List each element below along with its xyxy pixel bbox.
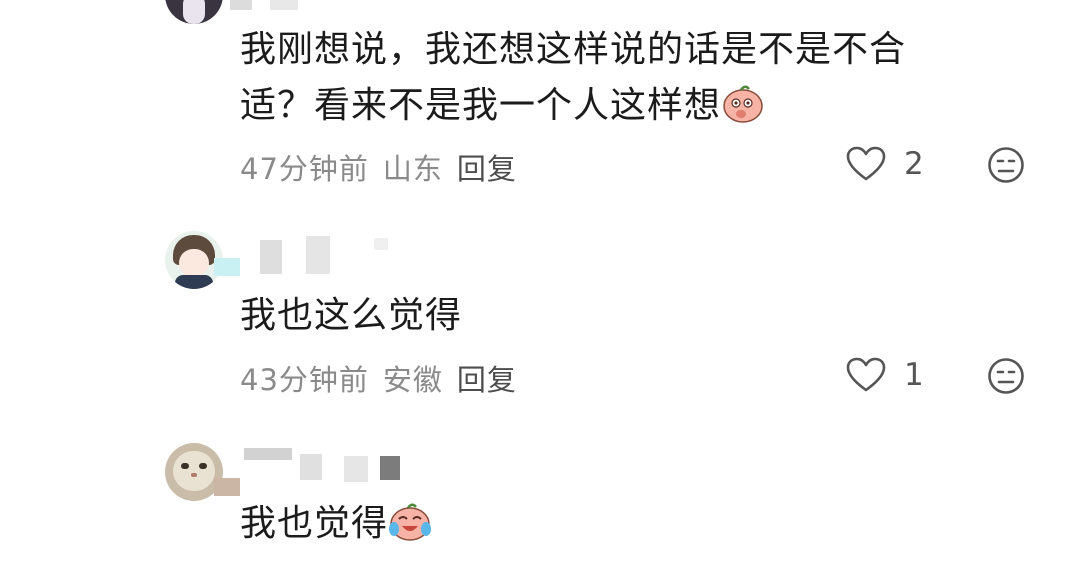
comment-time: 43分钟前 <box>240 363 369 397</box>
like-count: 1 <box>904 357 924 393</box>
comment-location: 安徽 <box>382 363 443 397</box>
neutral-face-icon[interactable] <box>987 146 1025 184</box>
comment-meta: 47分钟前 山东 回复 <box>240 146 517 188</box>
like-button[interactable]: 2 <box>846 146 924 182</box>
laughing-crying-peach-emoji-icon <box>389 503 432 541</box>
comment-time: 47分钟前 <box>240 152 369 186</box>
comment-meta: 43分钟前 安徽 回复 <box>240 357 517 399</box>
neutral-face-icon[interactable] <box>987 357 1025 395</box>
heart-outline-icon <box>846 357 886 392</box>
comment-location: 山东 <box>382 152 443 186</box>
reply-button[interactable]: 回复 <box>457 363 517 397</box>
reply-button[interactable]: 回复 <box>457 152 517 186</box>
username-mosaic <box>214 236 404 276</box>
avatar[interactable] <box>165 0 223 24</box>
like-count: 2 <box>904 146 924 182</box>
comment-text: 我也觉得 <box>240 496 432 552</box>
username-mosaic <box>230 0 320 16</box>
username-mosaic <box>214 448 404 496</box>
comment-text: 我刚想说，我还想这样说的话是不是不合 适？看来不是我一个人这样想 <box>240 29 907 126</box>
like-button[interactable]: 1 <box>846 357 924 393</box>
heart-outline-icon <box>846 146 886 181</box>
comment-text: 我也这么觉得 <box>240 295 463 336</box>
shy-peach-emoji-icon <box>723 85 763 123</box>
